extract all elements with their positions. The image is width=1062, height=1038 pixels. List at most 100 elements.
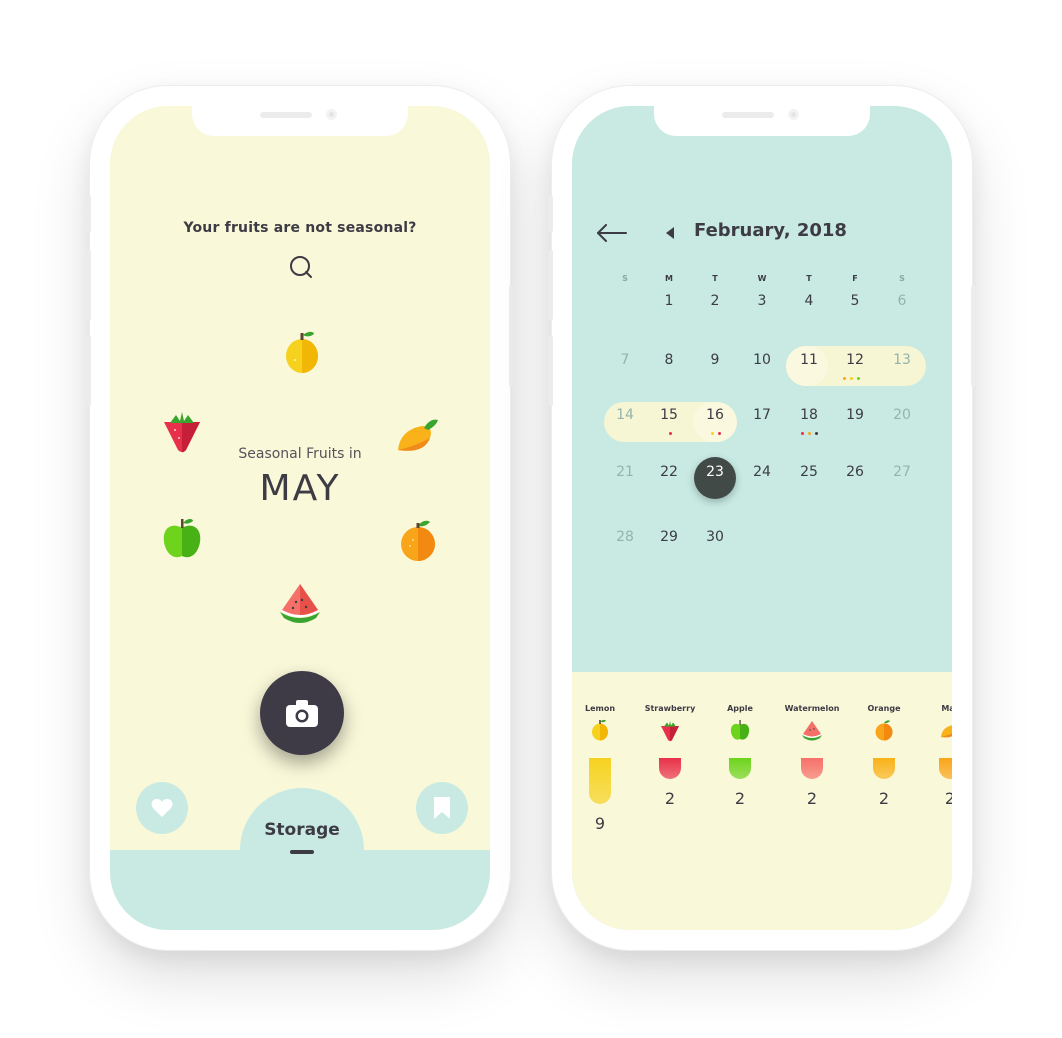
fruit-indicator-dot (850, 377, 853, 380)
right-phone: February, 2018 S M T W T F S 1 2 3 4 5 6 7 8 9 10 11 12 13 1… (548, 86, 976, 950)
weekday-label: F (852, 274, 858, 283)
side-button (86, 196, 91, 232)
camera-button[interactable] (260, 671, 344, 755)
calendar-day[interactable]: 23 (695, 464, 735, 480)
calendar-day[interactable]: 5 (835, 293, 875, 309)
fruit-level-bar (801, 758, 823, 779)
calendar-day[interactable]: 14 (605, 407, 645, 423)
calendar-day[interactable]: 4 (789, 293, 829, 309)
calendar-day[interactable]: 17 (742, 407, 782, 423)
weekday-label: S (899, 274, 905, 283)
search-icon[interactable] (288, 254, 314, 280)
notch (192, 106, 408, 136)
orange-icon[interactable] (394, 516, 442, 564)
apple-icon[interactable] (158, 514, 206, 562)
calendar-day[interactable]: 12 (835, 352, 875, 368)
fruit-indicator-dot (718, 432, 721, 435)
watermelon-icon[interactable] (276, 578, 324, 626)
mar-icon[interactable] (938, 718, 952, 742)
calendar-day[interactable]: 9 (695, 352, 735, 368)
right-screen: February, 2018 S M T W T F S 1 2 3 4 5 6 7 8 9 10 11 12 13 1… (572, 106, 952, 930)
calendar-day[interactable]: 2 (695, 293, 735, 309)
calendar-day[interactable]: 6 (882, 293, 922, 309)
calendar-day[interactable]: 10 (742, 352, 782, 368)
storage-label[interactable]: Storage (240, 820, 364, 840)
weekday-label: T (806, 274, 812, 283)
fruit-name: Apple (727, 704, 753, 713)
fruit-count: 2 (944, 789, 952, 808)
weekday-label: T (712, 274, 718, 283)
month-title: MAY (259, 468, 341, 509)
calendar-day[interactable]: 25 (789, 464, 829, 480)
side-button (548, 336, 553, 406)
watermelon-icon[interactable] (800, 718, 824, 742)
fruit-level-bar (873, 758, 895, 779)
calendar-day[interactable]: 24 (742, 464, 782, 480)
fruit-count: 2 (806, 789, 818, 808)
storage-indicator (290, 850, 314, 854)
weekday-label: W (757, 274, 767, 283)
calendar-day[interactable]: 3 (742, 293, 782, 309)
fruit-name: Lemon (584, 704, 616, 713)
side-button (548, 196, 553, 232)
calendar-title: February, 2018 (694, 220, 847, 241)
question-text: Your fruits are not seasonal? (183, 220, 417, 236)
calendar-day[interactable]: 20 (882, 407, 922, 423)
bookmark-icon (434, 797, 450, 819)
side-button (86, 336, 91, 406)
fruit-indicator-dot (711, 432, 714, 435)
calendar-day[interactable]: 15 (649, 407, 689, 423)
calendar-day[interactable]: 1 (649, 293, 689, 309)
lemon-icon[interactable] (588, 718, 612, 742)
fruit-indicator-dot (843, 377, 846, 380)
calendar-day[interactable]: 22 (649, 464, 689, 480)
fruit-count: 2 (878, 789, 890, 808)
calendar-day[interactable]: 27 (882, 464, 922, 480)
stage: Your fruits are not seasonal? Seasonal F… (0, 0, 1062, 1038)
notch (654, 106, 870, 136)
weekday-label: S (622, 274, 628, 283)
calendar-day[interactable]: 8 (649, 352, 689, 368)
side-button (509, 286, 514, 386)
apple-icon[interactable] (728, 718, 752, 742)
fruit-indicator-dot (801, 432, 804, 435)
calendar-day[interactable]: 29 (649, 529, 689, 545)
fruit-indicator-dot (815, 432, 818, 435)
calendar-day[interactable]: 7 (605, 352, 645, 368)
left-screen: Your fruits are not seasonal? Seasonal F… (110, 106, 490, 930)
season-label: Seasonal Fruits in (238, 446, 362, 462)
favorites-button[interactable] (136, 782, 188, 834)
prev-month-icon[interactable] (666, 227, 674, 239)
calendar-day[interactable]: 11 (789, 352, 829, 368)
fruit-level-bar (589, 758, 611, 804)
fruit-count: 2 (734, 789, 746, 808)
fruit-level-bar (659, 758, 681, 779)
heart-icon (151, 799, 173, 817)
calendar-day[interactable]: 16 (695, 407, 735, 423)
fruit-indicator-dot (857, 377, 860, 380)
fruit-name: Watermelon (784, 704, 840, 713)
orange-icon[interactable] (872, 718, 896, 742)
left-phone: Your fruits are not seasonal? Seasonal F… (86, 86, 514, 950)
fruit-name: Mar (941, 704, 952, 713)
calendar-day[interactable]: 19 (835, 407, 875, 423)
bookmark-button[interactable] (416, 782, 468, 834)
fruit-indicator-dot (669, 432, 672, 435)
lemon-icon[interactable] (278, 328, 326, 376)
calendar-day[interactable]: 30 (695, 529, 735, 545)
weekday-label: M (665, 274, 673, 283)
side-button (548, 250, 553, 320)
calendar-day[interactable]: 28 (605, 529, 645, 545)
fruit-name: Strawberry (644, 704, 696, 713)
fruit-name: Orange (867, 704, 901, 713)
fruit-indicator-dot (808, 432, 811, 435)
fruit-count: 2 (664, 789, 676, 808)
calendar-day[interactable]: 13 (882, 352, 922, 368)
calendar-day[interactable]: 18 (789, 407, 829, 423)
back-arrow-icon[interactable] (596, 224, 628, 242)
calendar-day[interactable]: 26 (835, 464, 875, 480)
fruit-count: 9 (594, 814, 606, 833)
calendar-day[interactable]: 21 (605, 464, 645, 480)
side-button (86, 250, 91, 320)
strawberry-icon[interactable] (658, 718, 682, 742)
